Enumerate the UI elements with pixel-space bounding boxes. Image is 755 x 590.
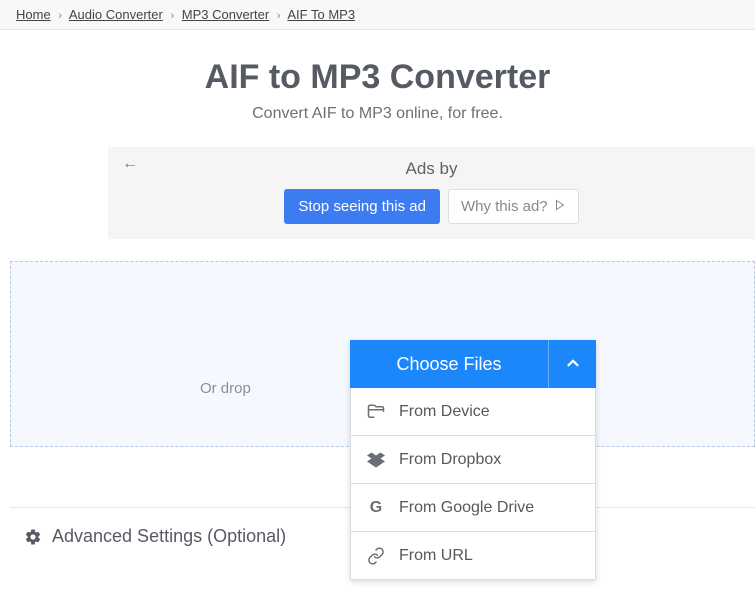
- page-title: AIF to MP3 Converter: [0, 58, 755, 97]
- breadcrumb-mp3-converter[interactable]: MP3 Converter: [182, 7, 269, 22]
- why-this-ad-label: Why this ad?: [461, 198, 548, 215]
- ad-panel: ← Ads by Stop seeing this ad Why this ad…: [108, 147, 755, 239]
- chevron-right-icon: ›: [170, 10, 174, 22]
- breadcrumb-audio-converter[interactable]: Audio Converter: [69, 7, 163, 22]
- from-device-label: From Device: [399, 403, 490, 421]
- breadcrumb-aif-to-mp3[interactable]: AIF To MP3: [287, 7, 355, 22]
- from-url-item[interactable]: From URL: [350, 532, 596, 580]
- chevron-right-icon: ›: [58, 10, 62, 22]
- link-icon: [367, 547, 385, 565]
- from-dropbox-label: From Dropbox: [399, 451, 501, 469]
- why-this-ad-button[interactable]: Why this ad?: [448, 189, 579, 224]
- from-dropbox-item[interactable]: From Dropbox: [350, 436, 596, 484]
- chevron-right-icon: ›: [277, 10, 281, 22]
- breadcrumb-home[interactable]: Home: [16, 7, 51, 22]
- from-device-item[interactable]: From Device: [350, 388, 596, 436]
- from-google-drive-label: From Google Drive: [399, 499, 534, 517]
- chevron-up-icon: [564, 354, 582, 375]
- dropbox-icon: [367, 451, 385, 469]
- adchoices-icon: [554, 198, 566, 215]
- from-url-label: From URL: [399, 547, 473, 565]
- gear-icon: [24, 528, 42, 546]
- ads-by-label: Ads by: [108, 159, 755, 179]
- arrow-left-icon[interactable]: ←: [122, 155, 138, 173]
- stop-seeing-ad-button[interactable]: Stop seeing this ad: [284, 189, 440, 224]
- page-subtitle: Convert AIF to MP3 online, for free.: [0, 105, 755, 123]
- choose-files-button[interactable]: Choose Files: [350, 340, 548, 388]
- dropdown-toggle-button[interactable]: [548, 340, 596, 388]
- from-google-drive-item[interactable]: G From Google Drive: [350, 484, 596, 532]
- choose-files-dropdown: Choose Files From Device From Dropbox G …: [350, 340, 596, 580]
- folder-icon: [367, 403, 385, 421]
- breadcrumb: Home › Audio Converter › MP3 Converter ›…: [0, 0, 755, 30]
- google-icon: G: [367, 499, 385, 517]
- advanced-settings-label: Advanced Settings (Optional): [52, 526, 286, 547]
